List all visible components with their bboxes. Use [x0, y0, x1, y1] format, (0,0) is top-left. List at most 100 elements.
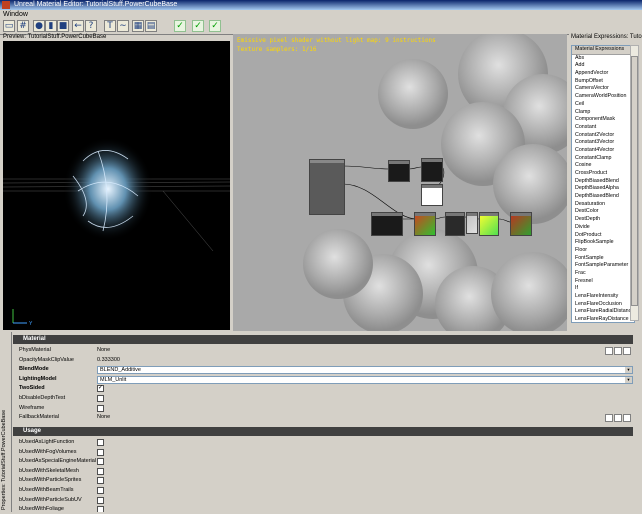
- panner-node[interactable]: [371, 212, 403, 236]
- expression-item[interactable]: DestDepth: [572, 216, 634, 224]
- cube-icon[interactable]: ■: [57, 20, 69, 32]
- property-name: PhysMaterial: [19, 347, 51, 353]
- expression-item[interactable]: DestColor: [572, 208, 634, 216]
- property-checkbox[interactable]: ✓: [97, 385, 104, 393]
- rotator-node[interactable]: [466, 212, 478, 234]
- chevron-down-icon[interactable]: ▼: [625, 376, 632, 383]
- expression-item[interactable]: FontSampleParameter: [572, 262, 634, 270]
- lerp-node[interactable]: [510, 212, 532, 236]
- usage-checkbox[interactable]: [97, 496, 104, 504]
- save-icon[interactable]: ▤: [145, 20, 157, 32]
- property-combo[interactable]: BLEND_Additive ▼: [97, 366, 633, 375]
- sphere-icon[interactable]: ●: [33, 20, 45, 32]
- expression-item[interactable]: BumpOffset: [572, 78, 634, 86]
- property-row: FallbackMaterial None: [13, 413, 633, 423]
- expression-item[interactable]: DotProduct: [572, 232, 634, 240]
- expression-item[interactable]: Constant: [572, 124, 634, 132]
- expressions-list[interactable]: Material Expressions Abs Add AppendVector B…: [571, 45, 635, 323]
- expression-item[interactable]: LensFlareRayDistance: [572, 316, 634, 322]
- help-icon[interactable]: ?: [85, 20, 97, 32]
- curve-icon[interactable]: ∼: [117, 20, 129, 32]
- power-cube-glow: [63, 137, 153, 241]
- expression-item[interactable]: Frac: [572, 270, 634, 278]
- expression-item[interactable]: Desaturation: [572, 201, 634, 209]
- scroll-thumb[interactable]: [631, 56, 638, 306]
- expression-item[interactable]: ConstantClamp: [572, 155, 634, 163]
- menu-window[interactable]: Window: [3, 11, 28, 18]
- cylinder-icon[interactable]: ▮: [45, 20, 57, 32]
- expression-item[interactable]: Constant4Vector: [572, 147, 634, 155]
- text-toggle-icon[interactable]: T: [104, 20, 116, 32]
- apply-check-icon[interactable]: ✓: [174, 20, 186, 32]
- add-node[interactable]: [479, 212, 499, 236]
- expression-item[interactable]: ComponentMask: [572, 116, 634, 124]
- expression-item[interactable]: Fresnel: [572, 278, 634, 286]
- expression-item[interactable]: LensFlareOcclusion: [572, 301, 634, 309]
- property-row: BlendMode BLEND_Additive ▼: [13, 365, 633, 375]
- expression-item[interactable]: Cosine: [572, 162, 634, 170]
- expression-item[interactable]: FontSample: [572, 255, 634, 263]
- app-icon: [2, 1, 10, 9]
- expression-item[interactable]: AppendVector: [572, 70, 634, 78]
- texcoord-node[interactable]: [414, 212, 436, 236]
- usage-checkbox[interactable]: [97, 467, 104, 475]
- expression-item[interactable]: CameraWorldPosition: [572, 93, 634, 101]
- usage-checkbox[interactable]: [97, 487, 104, 494]
- grid-icon[interactable]: #: [17, 20, 29, 32]
- preview-viewport[interactable]: Y: [3, 41, 230, 330]
- properties-sidebar-tab[interactable]: Properties: TutorialStuff.PowerCubeBase: [0, 332, 12, 512]
- find-icon[interactable]: [614, 347, 622, 355]
- expression-item[interactable]: DepthBiasedBlend: [572, 178, 634, 186]
- expression-item[interactable]: Constant2Vector: [572, 132, 634, 140]
- usage-checkbox[interactable]: [97, 448, 104, 456]
- usage-checkbox[interactable]: [97, 439, 104, 446]
- usage-checkbox[interactable]: [97, 506, 104, 512]
- apply-check-3-icon[interactable]: ✓: [209, 20, 221, 32]
- expression-item[interactable]: FlipBookSample: [572, 239, 634, 247]
- property-combo-value: BLEND_Additive: [100, 367, 141, 374]
- expression-item[interactable]: CameraVector: [572, 85, 634, 93]
- property-checkbox[interactable]: [97, 404, 104, 412]
- material-output-node[interactable]: [309, 159, 345, 215]
- expressions-scrollbar[interactable]: [630, 45, 639, 321]
- property-value[interactable]: None: [97, 346, 110, 356]
- usage-checkbox[interactable]: [97, 458, 104, 466]
- expression-item[interactable]: CrossProduct: [572, 170, 634, 178]
- property-checkbox[interactable]: [97, 395, 104, 402]
- material-section-header[interactable]: Material: [13, 335, 633, 344]
- property-value[interactable]: None: [97, 413, 110, 423]
- usage-section-header[interactable]: Usage: [13, 427, 633, 436]
- expression-item[interactable]: Add: [572, 62, 634, 70]
- browse-icon[interactable]: [605, 414, 613, 423]
- usage-row: bUsedWithParticleSprites: [13, 476, 633, 486]
- expression-item[interactable]: DepthBiasedBlend: [572, 193, 634, 201]
- expression-item[interactable]: LensFlareRadialDistance: [572, 308, 634, 316]
- expression-item[interactable]: Constant3Vector: [572, 139, 634, 147]
- material-graph-canvas[interactable]: Emissive pixel shader without light map:…: [233, 34, 567, 331]
- expression-item[interactable]: Abs: [572, 55, 634, 63]
- expression-item[interactable]: Clamp: [572, 109, 634, 117]
- texture-icon[interactable]: ▦: [132, 20, 144, 32]
- back-arrow-icon[interactable]: ←: [72, 20, 84, 32]
- expression-item[interactable]: Ceil: [572, 101, 634, 109]
- multiply-node[interactable]: [421, 158, 443, 182]
- expression-item[interactable]: Floor: [572, 247, 634, 255]
- find-icon[interactable]: [614, 414, 622, 423]
- clear-icon[interactable]: [623, 414, 631, 423]
- properties-panel: Material Usage PhysMaterial None OpacityMa…: [12, 332, 636, 512]
- expression-item[interactable]: DepthBiasedAlpha: [572, 185, 634, 193]
- expression-item[interactable]: Divide: [572, 224, 634, 232]
- property-combo[interactable]: MLM_Unlit ▼: [97, 375, 633, 384]
- apply-check-2-icon[interactable]: ✓: [192, 20, 204, 32]
- usage-checkbox[interactable]: [97, 477, 104, 485]
- expression-item[interactable]: If: [572, 285, 634, 293]
- expression-item[interactable]: LensFlareIntensity: [572, 293, 634, 301]
- noise-texture-node[interactable]: [445, 212, 465, 236]
- chevron-down-icon[interactable]: ▼: [625, 367, 632, 374]
- clear-icon[interactable]: [623, 347, 631, 355]
- constant-node[interactable]: [421, 184, 443, 206]
- browse-icon[interactable]: [605, 347, 613, 355]
- preview-plane-icon[interactable]: ▭: [3, 20, 15, 32]
- property-value[interactable]: 0.333300: [97, 356, 120, 366]
- texture-sample-node[interactable]: [388, 160, 410, 182]
